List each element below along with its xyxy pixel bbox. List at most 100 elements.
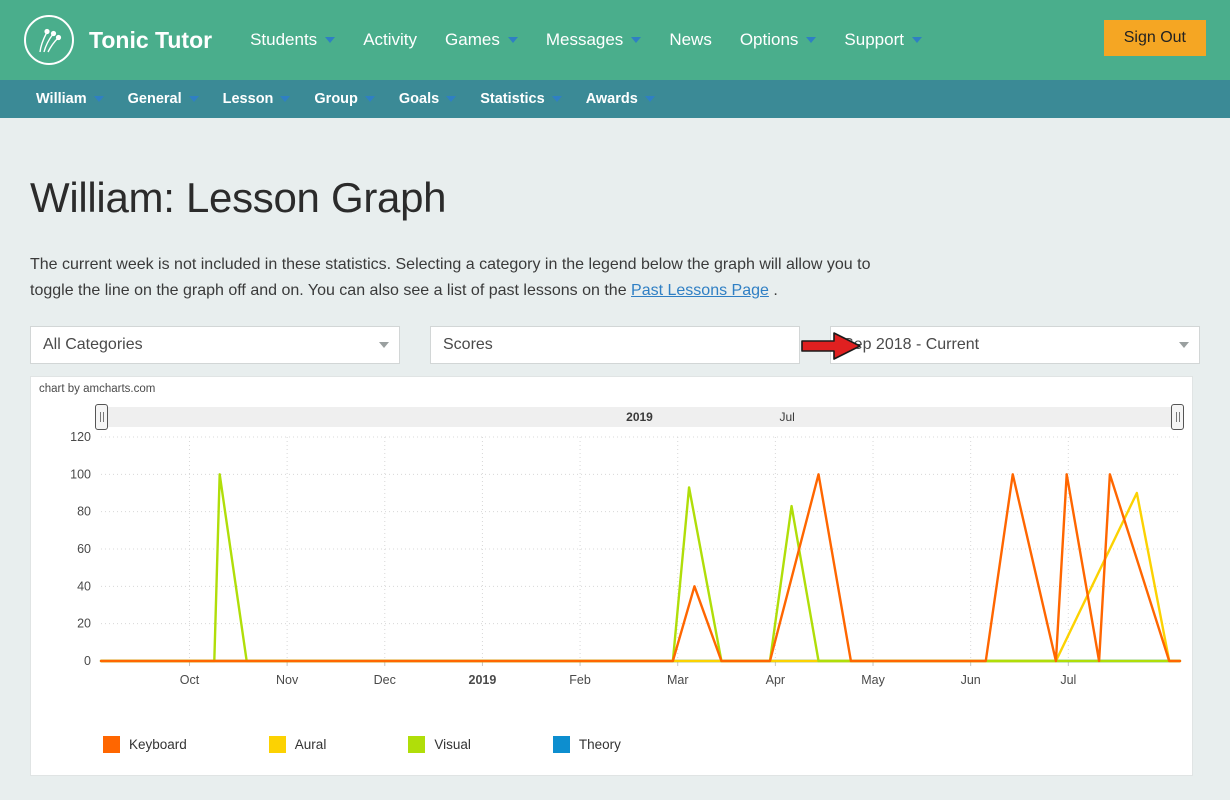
chevron-down-icon [446,96,456,102]
nav-label: Options [740,30,799,50]
chevron-down-icon [552,96,562,102]
metric-filter-select[interactable]: Scores [430,326,800,364]
nav-item-activity[interactable]: Activity [349,30,431,50]
chevron-down-icon [325,37,335,43]
y-axis-tick-label: 40 [77,579,91,593]
y-axis-tick-label: 20 [77,617,91,631]
chevron-down-icon [912,37,922,43]
page-description: The current week is not included in thes… [30,252,890,304]
nav-item-support[interactable]: Support [830,30,936,50]
subnav-item-statistics[interactable]: Statistics [468,91,573,107]
x-axis-tick-label: Jul [1060,673,1076,687]
subnav-item-william[interactable]: William [24,91,116,107]
subnav-label: Statistics [480,91,544,107]
y-axis-tick-label: 120 [70,430,91,444]
x-axis-tick-label: Nov [276,673,299,687]
nav-label: Games [445,30,500,50]
legend-item-keyboard[interactable]: Keyboard [103,736,187,753]
subnav-item-general[interactable]: General [116,91,211,107]
chevron-down-icon [280,96,290,102]
chart-credit-label: chart by amcharts.com [39,383,155,395]
date-range-filter-value: Sep 2018 - Current [843,336,979,354]
legend-swatch-visual [408,736,425,753]
legend-swatch-keyboard [103,736,120,753]
nav-item-news[interactable]: News [655,30,726,50]
top-navigation-bar: Tonic Tutor Students Activity Games Mess… [0,0,1230,80]
subnav-label: William [36,91,87,107]
chevron-down-icon [379,342,389,348]
chevron-down-icon [1179,342,1189,348]
legend-label: Keyboard [129,737,187,752]
subnav-item-awards[interactable]: Awards [574,91,667,107]
chart-legend: Keyboard Aural Visual Theory [103,736,703,753]
primary-nav: Students Activity Games Messages News Op… [236,30,936,50]
x-axis-tick-label: Apr [766,673,785,687]
nav-label: Support [844,30,904,50]
scrollbar-left-grip-icon[interactable] [95,404,108,430]
sign-out-button[interactable]: Sign Out [1104,20,1206,56]
lesson-graph-chart-panel: chart by amcharts.com 2019 Jul 0 20 40 60 80… [30,376,1193,776]
subnav-item-goals[interactable]: Goals [387,91,468,107]
nav-label: Messages [546,30,623,50]
x-axis-tick-label: Jun [961,673,981,687]
legend-item-theory[interactable]: Theory [553,736,621,753]
scrollbar-left-label: 2019 [626,410,653,424]
page-title: William: Lesson Graph [30,174,1200,222]
legend-label: Aural [295,737,327,752]
description-text-part-2: . [769,282,778,299]
nav-item-games[interactable]: Games [431,30,532,50]
scrollbar-right-grip-icon[interactable] [1171,404,1184,430]
tonic-tutor-logo-icon[interactable] [24,15,74,65]
subnav-label: Awards [586,91,638,107]
category-filter-select[interactable]: All Categories [30,326,400,364]
chart-plot-area: 0 20 40 60 80 100 120 Oct Nov Dec 2019 Feb Mar Apr May… [31,429,1194,719]
y-axis-tick-label: 60 [77,542,91,556]
chevron-down-icon [631,37,641,43]
chart-series-keyboard[interactable] [101,474,1180,661]
chart-series-aural[interactable] [101,493,1180,661]
subnav-label: Lesson [223,91,274,107]
chevron-down-icon [508,37,518,43]
legend-label: Theory [579,737,621,752]
x-axis-tick-label: May [861,673,885,687]
y-axis-tick-label: 100 [70,467,91,481]
nav-item-messages[interactable]: Messages [532,30,655,50]
subnav-label: General [128,91,182,107]
x-axis-tick-label: Feb [569,673,591,687]
legend-swatch-theory [553,736,570,753]
subnav-label: Group [314,91,358,107]
x-axis-tick-label: Mar [667,673,689,687]
y-axis-tick-label: 0 [84,654,91,668]
legend-item-visual[interactable]: Visual [408,736,471,753]
past-lessons-page-link[interactable]: Past Lessons Page [631,282,769,299]
metric-filter-value: Scores [443,336,493,354]
nav-label: Students [250,30,317,50]
legend-label: Visual [434,737,471,752]
subnav-item-group[interactable]: Group [302,91,387,107]
chevron-down-icon [806,37,816,43]
nav-item-options[interactable]: Options [726,30,831,50]
nav-item-students[interactable]: Students [236,30,349,50]
y-axis-tick-label: 80 [77,505,91,519]
chevron-down-icon [94,96,104,102]
lesson-line-chart[interactable]: 0 20 40 60 80 100 120 Oct Nov Dec 2019 Feb Mar Apr May… [31,429,1194,719]
x-axis-tick-label: Oct [180,673,200,687]
brand-title[interactable]: Tonic Tutor [89,27,212,54]
nav-label: Activity [363,30,417,50]
chart-range-scrollbar[interactable]: 2019 Jul [101,407,1178,427]
scrollbar-right-label: Jul [780,410,795,424]
x-axis-tick-label: 2019 [469,673,497,687]
page-content: William: Lesson Graph The current week i… [0,174,1230,776]
nav-label: News [669,30,712,50]
chevron-down-icon [189,96,199,102]
legend-swatch-aural [269,736,286,753]
secondary-navigation-bar: William General Lesson Group Goals Stati… [0,80,1230,118]
x-axis-tick-label: Dec [374,673,396,687]
chevron-down-icon [365,96,375,102]
category-filter-value: All Categories [43,336,143,354]
date-range-filter-select[interactable]: Sep 2018 - Current [830,326,1200,364]
subnav-item-lesson[interactable]: Lesson [211,91,303,107]
legend-item-aural[interactable]: Aural [269,736,327,753]
subnav-label: Goals [399,91,439,107]
chevron-down-icon [645,96,655,102]
